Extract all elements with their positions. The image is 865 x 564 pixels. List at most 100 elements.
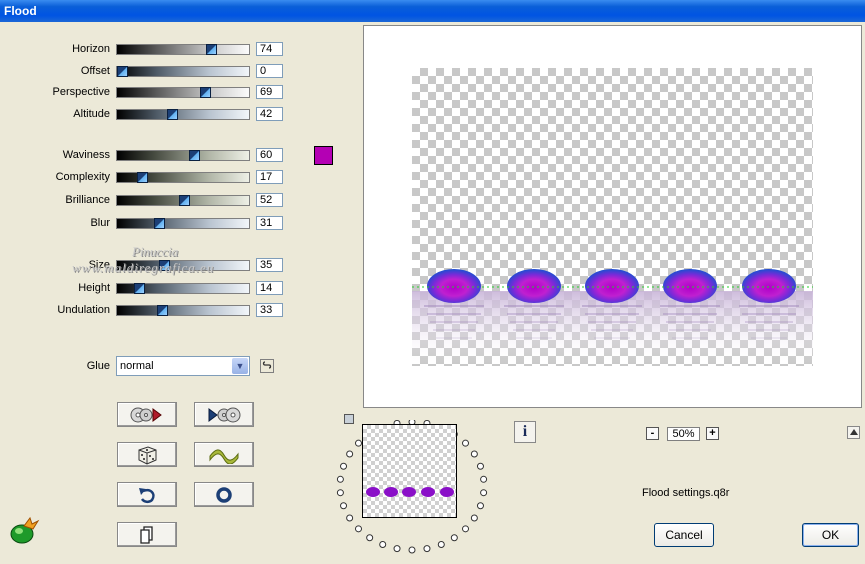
nav-dot[interactable] (437, 540, 445, 548)
zoom-out-button[interactable]: - (646, 427, 659, 440)
slider-value-height[interactable]: 14 (256, 281, 283, 295)
slider-track-size[interactable] (116, 260, 250, 271)
thumbnail-effect (366, 487, 454, 497)
slider-value-altitude[interactable]: 42 (256, 107, 283, 121)
slider-thumb-perspective[interactable] (199, 87, 211, 98)
dice-icon (138, 445, 157, 465)
slider-thumb-waviness[interactable] (189, 150, 200, 161)
nav-dot[interactable] (423, 545, 431, 553)
zoom-in-button[interactable]: + (706, 427, 719, 440)
slider-thumb-horizon[interactable] (205, 44, 217, 55)
wave-icon (209, 448, 239, 464)
slider-thumb-height[interactable] (133, 283, 145, 294)
slider-value-horizon[interactable]: 74 (256, 42, 283, 56)
nav-dot[interactable] (354, 525, 362, 533)
slider-thumb-blur[interactable] (154, 218, 166, 229)
load-preset-button[interactable] (194, 402, 254, 427)
slider-track-horizon[interactable] (116, 44, 250, 55)
nav-dot[interactable] (470, 514, 478, 522)
info-button[interactable]: i (514, 421, 536, 443)
nav-dot[interactable] (470, 450, 478, 458)
watermark-line1: Pinuccia (132, 244, 179, 259)
glue-select[interactable]: normal ▼ (116, 356, 250, 376)
nav-dot[interactable] (480, 475, 488, 483)
thumbnail-blob (384, 487, 398, 497)
nav-dot[interactable] (462, 439, 470, 447)
nav-dot[interactable] (450, 534, 458, 542)
window-title: Flood (4, 4, 37, 18)
disc-arrow-icon (130, 407, 162, 422)
slider-thumb-altitude[interactable] (167, 109, 179, 120)
ok-button[interactable]: OK (802, 523, 859, 547)
nav-dot[interactable] (336, 489, 344, 497)
flood-blob (585, 269, 639, 303)
chevron-down-icon[interactable]: ▼ (232, 358, 248, 374)
slider-track-offset[interactable] (116, 66, 250, 77)
cancel-button[interactable]: Cancel (654, 523, 714, 547)
color-swatch[interactable] (314, 146, 333, 165)
copy-button[interactable] (117, 522, 177, 547)
slider-value-perspective[interactable]: 69 (256, 85, 283, 99)
nav-dot[interactable] (462, 525, 470, 533)
preview-transparency (412, 68, 813, 366)
glue-link-button[interactable] (260, 359, 274, 373)
slider-track-waviness[interactable] (116, 150, 250, 161)
nav-dot[interactable] (366, 534, 374, 542)
nav-dot[interactable] (340, 502, 348, 510)
slider-track-complexity[interactable] (116, 172, 250, 183)
collapse-button[interactable] (847, 426, 860, 439)
nav-dot[interactable] (393, 545, 401, 553)
slider-value-brilliance[interactable]: 52 (256, 193, 283, 207)
slider-track-undulation[interactable] (116, 305, 250, 316)
flood-blob (427, 269, 481, 303)
thumbnail-blob (366, 487, 380, 497)
nav-dot[interactable] (476, 462, 484, 470)
preview-canvas[interactable] (363, 25, 862, 408)
wave-button[interactable] (194, 442, 254, 467)
nav-dot[interactable] (379, 540, 387, 548)
slider-thumb-undulation[interactable] (156, 305, 168, 316)
glue-label: Glue (86, 360, 110, 372)
circle-icon (216, 486, 232, 503)
slider-value-blur[interactable]: 31 (256, 216, 283, 230)
slider-value-size[interactable]: 35 (256, 258, 283, 272)
nav-dot[interactable] (408, 546, 416, 554)
reset-button[interactable] (194, 482, 254, 507)
slider-label-undulation: Undulation (57, 304, 110, 316)
flood-blob (507, 269, 561, 303)
glue-select-value: normal (120, 360, 154, 372)
slider-thumb-complexity[interactable] (137, 172, 149, 183)
slider-track-perspective[interactable] (116, 87, 250, 98)
nav-dot[interactable] (336, 475, 344, 483)
slider-value-offset[interactable]: 0 (256, 64, 283, 78)
flood-blob (742, 269, 796, 303)
save-preset-button[interactable] (117, 402, 177, 427)
copy-icon (140, 525, 153, 544)
slider-track-blur[interactable] (116, 218, 250, 229)
nav-dot[interactable] (354, 439, 362, 447)
slider-value-undulation[interactable]: 33 (256, 303, 283, 317)
slider-label-height: Height (78, 282, 110, 294)
thumbnail-blob (402, 487, 416, 497)
thumbnail-preview[interactable] (362, 424, 457, 518)
slider-track-altitude[interactable] (116, 109, 250, 120)
undo-button[interactable] (117, 482, 177, 507)
slider-value-complexity[interactable]: 17 (256, 170, 283, 184)
slider-label-blur: Blur (90, 217, 110, 229)
title-bar: Flood (0, 0, 865, 22)
nav-dot[interactable] (340, 462, 348, 470)
slider-value-waviness[interactable]: 60 (256, 148, 283, 162)
nav-dot[interactable] (346, 514, 354, 522)
slider-track-brilliance[interactable] (116, 195, 250, 206)
nav-dot[interactable] (480, 489, 488, 497)
flood-blob (663, 269, 717, 303)
slider-label-perspective: Perspective (52, 86, 110, 98)
nav-dot[interactable] (346, 450, 354, 458)
slider-track-height[interactable] (116, 283, 250, 294)
nav-dot[interactable] (476, 502, 484, 510)
slider-thumb-size[interactable] (159, 260, 170, 271)
slider-thumb-offset[interactable] (117, 66, 128, 77)
link-icon (262, 361, 272, 369)
slider-thumb-brilliance[interactable] (179, 195, 191, 206)
randomize-button[interactable] (117, 442, 177, 467)
